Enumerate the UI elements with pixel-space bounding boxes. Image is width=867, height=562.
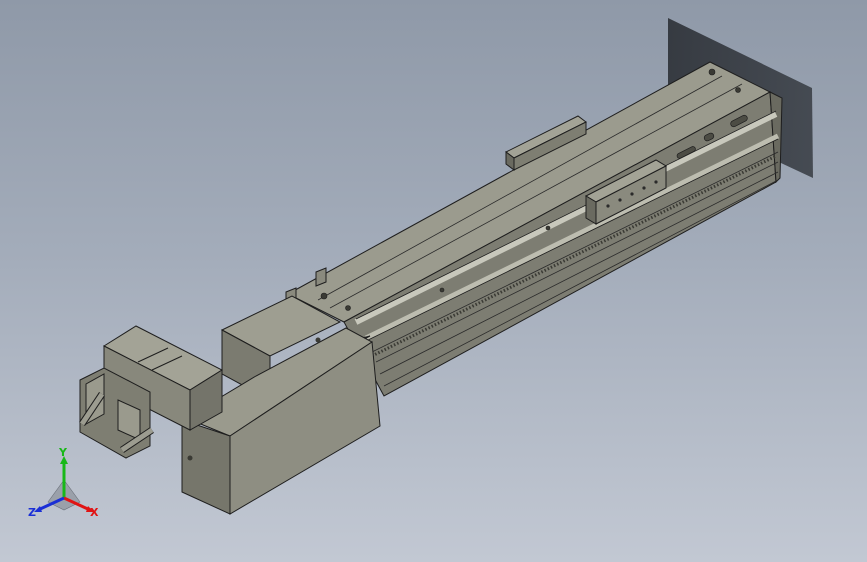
y-axis-label: Y	[59, 446, 67, 459]
x-axis-label: X	[90, 506, 99, 519]
3d-graphics-viewport[interactable]: Y X Z	[0, 0, 867, 562]
coupling-housing-front	[181, 419, 231, 515]
coordinate-triad: Y X Z	[24, 446, 104, 526]
linear-actuator-model[interactable]	[0, 0, 867, 562]
z-axis-label: Z	[28, 506, 36, 519]
